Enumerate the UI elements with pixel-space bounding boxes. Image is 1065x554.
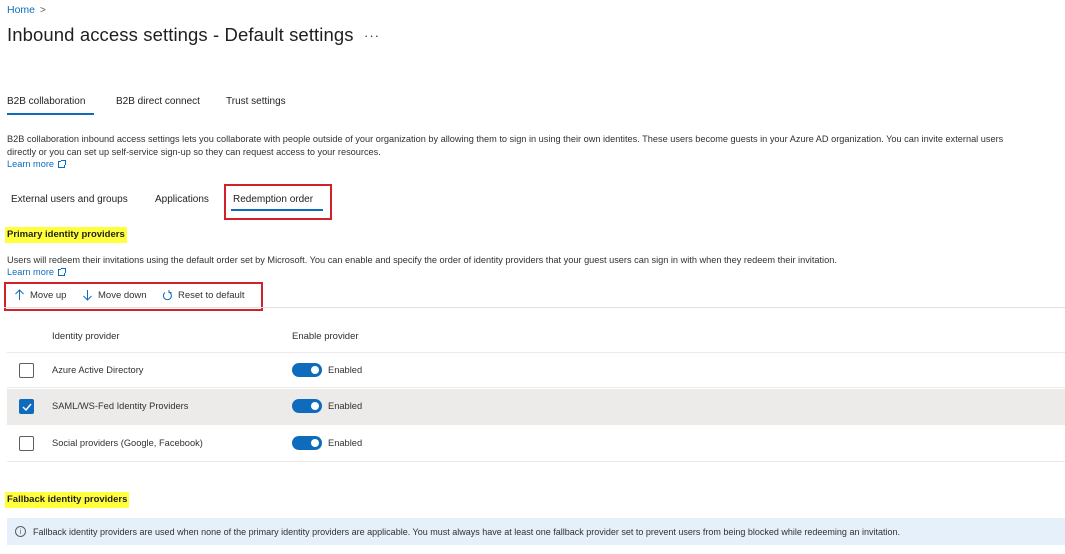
table-row[interactable]: SAML/WS-Fed Identity Providers Enabled xyxy=(7,389,1065,425)
arrow-down-icon xyxy=(83,290,92,301)
breadcrumb: Home > xyxy=(7,4,46,16)
table-row[interactable]: Azure Active Directory Enabled xyxy=(7,352,1065,388)
primary-description-text: Users will redeem their invitations usin… xyxy=(7,255,837,265)
annotation-box-redemption-tab xyxy=(224,184,332,220)
primary-providers-description: Users will redeem their invitations usin… xyxy=(7,255,837,277)
primary-identity-providers-heading: Primary identity providers xyxy=(5,227,127,243)
description-line-1: B2B collaboration inbound access setting… xyxy=(7,134,1004,144)
external-link-icon xyxy=(57,267,66,276)
checkmark-icon xyxy=(22,403,32,411)
chevron-right-icon: > xyxy=(40,4,46,16)
reset-icon xyxy=(162,290,172,301)
toggle-status-label: Enabled xyxy=(328,365,363,375)
b2b-collaboration-description: B2B collaboration inbound access setting… xyxy=(7,133,1063,171)
toggle-status-label: Enabled xyxy=(328,438,363,448)
move-up-button[interactable]: Move up xyxy=(14,289,66,301)
reset-label: Reset to default xyxy=(178,289,245,301)
move-up-label: Move up xyxy=(30,289,67,301)
selected-tab-indicator xyxy=(7,113,94,115)
primary-learn-more-label[interactable]: Learn more xyxy=(7,267,54,277)
enable-provider-toggle[interactable] xyxy=(292,363,322,377)
provider-name: SAML/WS-Fed Identity Providers xyxy=(52,401,189,411)
provider-name: Social providers (Google, Facebook) xyxy=(52,438,203,448)
toolbar-divider xyxy=(4,307,1065,308)
info-icon: i xyxy=(15,526,26,537)
arrow-up-icon xyxy=(15,289,24,300)
tab-b2b-direct-connect[interactable]: B2B direct connect xyxy=(116,96,200,107)
row-checkbox[interactable] xyxy=(19,436,34,451)
external-link-icon xyxy=(57,159,66,168)
table-row[interactable]: Social providers (Google, Facebook) Enab… xyxy=(7,426,1065,462)
move-down-button[interactable]: Move down xyxy=(82,289,147,301)
primary-learn-more-link[interactable]: Learn more xyxy=(7,267,837,277)
page-title: Inbound access settings - Default settin… xyxy=(7,24,354,45)
fallback-identity-providers-heading: Fallback identity providers xyxy=(5,492,130,508)
breadcrumb-home-link[interactable]: Home xyxy=(7,4,35,16)
reset-to-default-button[interactable]: Reset to default xyxy=(162,289,245,301)
row-checkbox[interactable] xyxy=(19,363,34,378)
fallback-info-text: Fallback identity providers are used whe… xyxy=(33,526,900,537)
tab-trust-settings[interactable]: Trust settings xyxy=(226,96,286,107)
toggle-status-label: Enabled xyxy=(328,401,363,411)
enable-provider-toggle[interactable] xyxy=(292,436,322,450)
column-header-identity-provider[interactable]: Identity provider xyxy=(52,331,120,342)
enable-provider-toggle[interactable] xyxy=(292,399,322,413)
learn-more-label[interactable]: Learn more xyxy=(7,158,54,171)
more-options-icon[interactable]: ··· xyxy=(364,28,380,43)
fallback-info-banner: i Fallback identity providers are used w… xyxy=(7,518,1065,545)
learn-more-link[interactable]: Learn more xyxy=(7,158,1063,171)
row-checkbox[interactable] xyxy=(19,399,34,414)
move-down-label: Move down xyxy=(98,289,147,301)
column-header-enable-provider[interactable]: Enable provider xyxy=(292,331,359,342)
tab-b2b-collaboration[interactable]: B2B collaboration xyxy=(7,96,85,107)
tab-applications[interactable]: Applications xyxy=(155,194,209,205)
description-line-2: directly or you can set up self-service … xyxy=(7,146,381,157)
tab-external-users-and-groups[interactable]: External users and groups xyxy=(11,194,128,205)
provider-name: Azure Active Directory xyxy=(52,365,144,375)
